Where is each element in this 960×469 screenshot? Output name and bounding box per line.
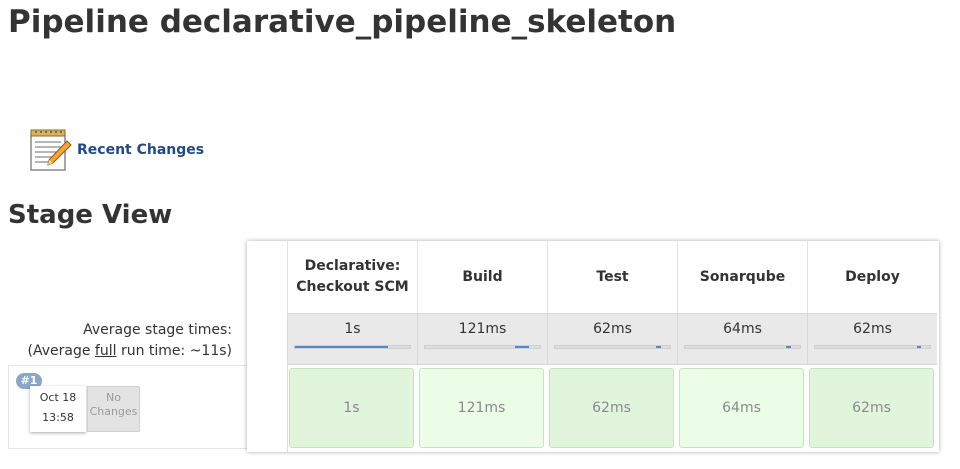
page-title: Pipeline declarative_pipeline_skeleton xyxy=(8,4,677,40)
stage-column-deploy: Deploy 62ms 62ms xyxy=(807,241,937,452)
stage-progress-fill xyxy=(917,346,921,348)
average-stage-times: Average stage times: (Average full run t… xyxy=(0,320,233,362)
stage-progress-fill xyxy=(786,346,791,348)
recent-changes-link[interactable]: Recent Changes xyxy=(27,127,204,173)
stage-result-cell[interactable]: 121ms xyxy=(419,368,544,448)
stage-progress-bar xyxy=(424,345,541,349)
stage-progress-bar xyxy=(294,345,411,349)
build-time: 13:58 xyxy=(42,411,74,424)
stage-result-cell[interactable]: 62ms xyxy=(809,368,934,448)
average-full-prefix: (Average xyxy=(27,343,95,359)
stage-average: 1s xyxy=(287,313,417,365)
stage-result-cell[interactable]: 1s xyxy=(289,368,414,448)
stage-column-build: Build 121ms 121ms xyxy=(417,241,547,452)
recent-changes-label[interactable]: Recent Changes xyxy=(77,142,204,158)
stage-average-time: 121ms xyxy=(458,321,507,337)
average-stage-times-label: Average stage times: xyxy=(83,322,232,338)
stage-average-time: 64ms xyxy=(723,321,762,337)
stage-column-sonarqube: Sonarqube 64ms 64ms xyxy=(677,241,807,452)
stage-table-gutter xyxy=(247,241,288,452)
stage-progress-fill xyxy=(295,346,389,348)
notepad-pencil-icon xyxy=(30,129,72,171)
stage-column-checkout: Declarative: Checkout SCM 1s 1s xyxy=(287,241,417,452)
stage-progress-fill xyxy=(656,346,661,348)
average-full-run-time: (Average full run time: ~11s) xyxy=(0,341,233,362)
stage-result-cell[interactable]: 64ms xyxy=(679,368,804,448)
stage-header: Deploy xyxy=(807,241,937,313)
stage-progress-bar xyxy=(684,345,801,349)
no-changes-indicator: No Changes xyxy=(87,386,140,432)
stage-progress-fill xyxy=(514,346,529,348)
stage-header: Build xyxy=(417,241,547,313)
stage-average: 62ms xyxy=(807,313,937,365)
build-timestamp: Oct 18 13:58 xyxy=(30,386,86,432)
stage-average-time: 62ms xyxy=(853,321,892,337)
stage-average-time: 1s xyxy=(344,321,361,337)
stage-progress-bar xyxy=(554,345,671,349)
build-date: Oct 18 xyxy=(39,391,77,404)
stage-column-test: Test 62ms 62ms xyxy=(547,241,677,452)
stage-view-table: Declarative: Checkout SCM 1s 1s Build 12… xyxy=(247,241,939,452)
stage-result-cell[interactable]: 62ms xyxy=(549,368,674,448)
stage-average-time: 62ms xyxy=(593,321,632,337)
stage-average: 64ms xyxy=(677,313,807,365)
stage-average: 62ms xyxy=(547,313,677,365)
stage-header: Declarative: Checkout SCM xyxy=(287,241,417,313)
stage-view-title: Stage View xyxy=(8,200,173,230)
full-run-link[interactable]: full xyxy=(95,343,117,359)
stage-progress-bar xyxy=(814,345,931,349)
average-full-suffix: run time: ~11s) xyxy=(116,343,232,359)
stage-average: 121ms xyxy=(417,313,547,365)
stage-header: Sonarqube xyxy=(677,241,807,313)
stage-header: Test xyxy=(547,241,677,313)
